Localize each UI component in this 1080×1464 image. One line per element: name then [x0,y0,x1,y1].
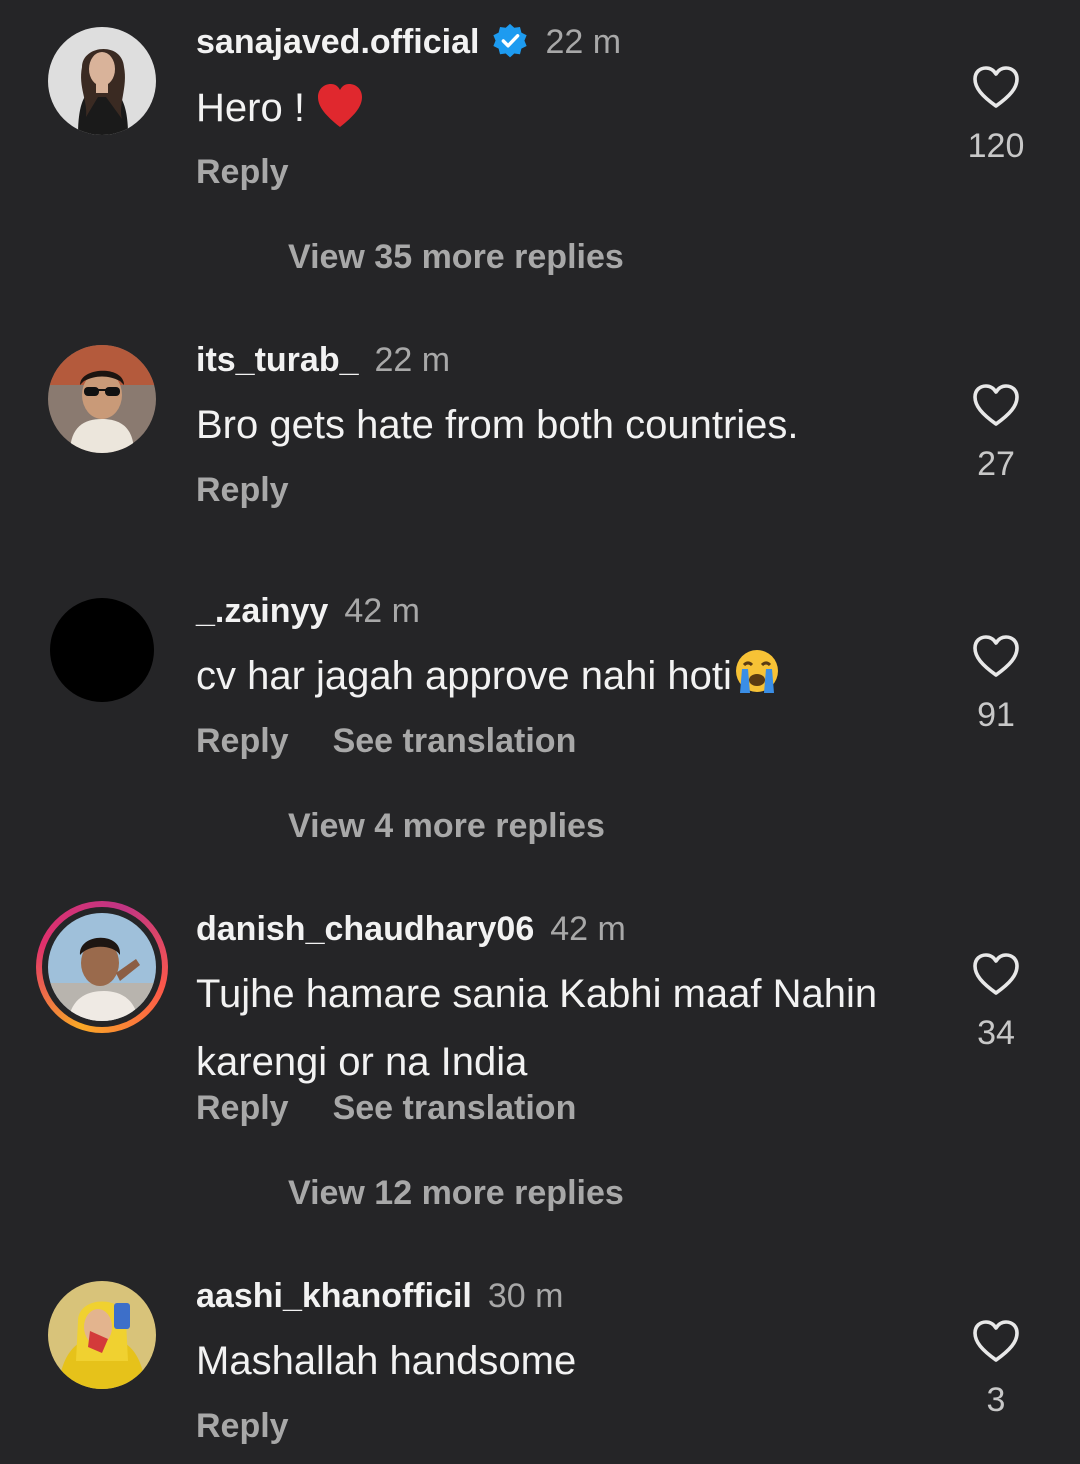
reply-button[interactable]: Reply [196,722,289,760]
like-count: 3 [986,1381,1006,1419]
comment-meta: danish_chaudhary06 42 m [196,909,626,949]
reply-button[interactable]: Reply [196,1407,289,1445]
comment-text: Bro gets hate from both countries. [196,391,936,459]
red-heart-emoji [318,84,363,127]
story-ring-gap [42,907,162,1027]
comments-list: sanajaved.official 22 m Hero ! Reply 120 … [0,0,1080,1464]
comment-actions: Reply See translation [196,721,576,761]
see-translation-button[interactable]: See translation [333,722,577,760]
verified-badge-icon [493,23,528,58]
comment-text: Hero ! [196,74,936,142]
heart-outline-icon[interactable] [971,633,1021,679]
reply-button[interactable]: Reply [196,1089,289,1127]
view-more-replies-button[interactable]: View 12 more replies [288,1173,624,1213]
comment-text: Tujhe hamare sania Kabhi maaf Nahin kare… [196,960,936,1096]
timestamp: 22 m [545,23,622,61]
avatar[interactable] [48,27,156,135]
like-control: 27 [940,382,1052,484]
comment-text-content: Mashallah handsome [196,1339,577,1383]
comment-text-content: Tujhe hamare sania Kabhi maaf Nahin kare… [196,972,878,1084]
heart-outline-icon[interactable] [971,64,1021,110]
avatar [48,913,156,1021]
view-more-replies-button[interactable]: View 4 more replies [288,806,605,846]
timestamp: 42 m [344,592,420,630]
like-count: 34 [977,1014,1015,1052]
reply-button[interactable]: Reply [196,153,289,191]
username[interactable]: its_turab_ [196,341,359,379]
timestamp: 30 m [487,1277,564,1315]
username[interactable]: danish_chaudhary06 [196,910,534,948]
like-control: 120 [940,64,1052,166]
comment-text: Mashallah handsome [196,1327,936,1395]
username[interactable]: aashi_khanofficil [196,1277,472,1315]
comment-actions: Reply [196,152,289,192]
timestamp: 42 m [550,910,626,948]
comment-meta: sanajaved.official 22 m [196,22,621,62]
see-translation-button[interactable]: See translation [333,1089,577,1127]
comment-text: cv har jagah approve nahi hoti [196,642,936,710]
like-control: 34 [940,951,1052,1053]
like-count: 120 [967,127,1025,165]
comment-text-content: cv har jagah approve nahi hoti [196,654,732,698]
avatar[interactable] [50,598,154,702]
avatar[interactable] [48,1281,156,1389]
comment-actions: Reply [196,470,289,510]
like-control: 3 [940,1318,1052,1420]
like-control: 91 [940,633,1052,735]
comment-actions: Reply [196,1406,289,1446]
comment-meta: _.zainyy 42 m [196,591,420,631]
heart-outline-icon[interactable] [971,951,1021,997]
heart-outline-icon[interactable] [971,1318,1021,1364]
crying-face-emoji [735,650,778,693]
comment-meta: aashi_khanofficil 30 m [196,1276,563,1316]
timestamp: 22 m [374,341,451,379]
like-count: 27 [977,445,1015,483]
view-more-replies-button[interactable]: View 35 more replies [288,237,624,277]
comment-text-content: Hero ! [196,86,317,130]
username[interactable]: sanajaved.official [196,23,479,61]
avatar-with-story-ring[interactable] [36,901,168,1033]
avatar[interactable] [48,345,156,453]
reply-button[interactable]: Reply [196,471,289,509]
comment-text-content: Bro gets hate from both countries. [196,403,799,447]
username[interactable]: _.zainyy [196,592,328,630]
comment-actions: Reply See translation [196,1088,576,1128]
heart-outline-icon[interactable] [971,382,1021,428]
comment-meta: its_turab_ 22 m [196,340,450,380]
like-count: 91 [977,696,1015,734]
